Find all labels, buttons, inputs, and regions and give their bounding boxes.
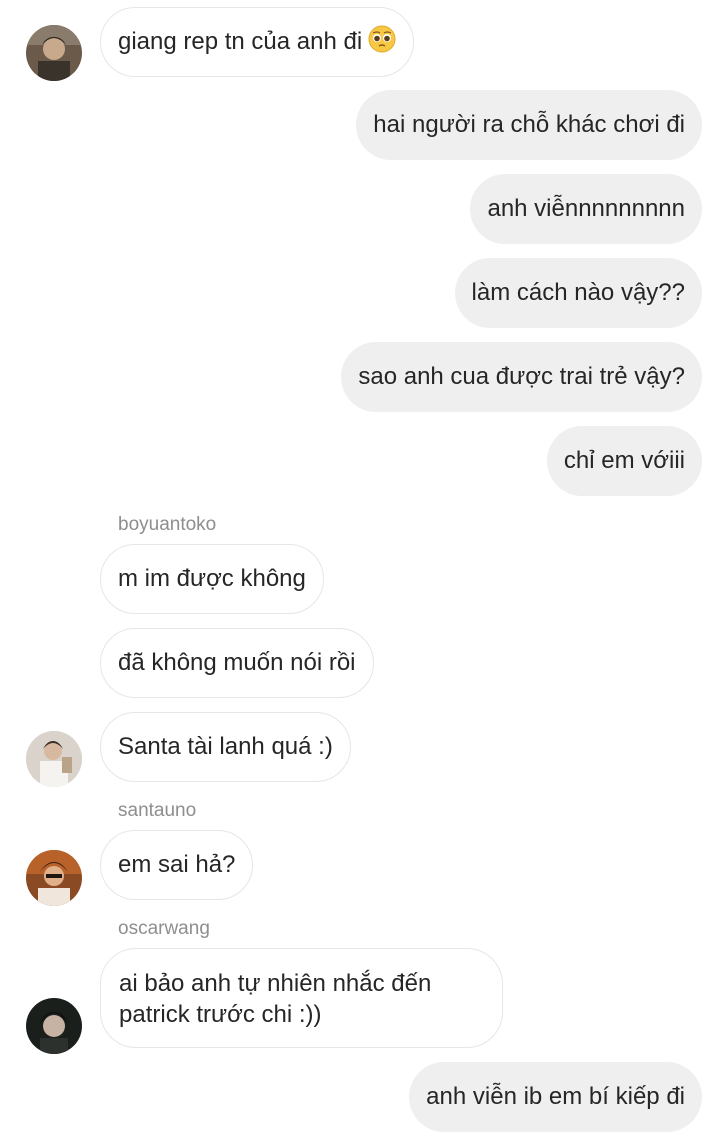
- avatar[interactable]: [26, 25, 82, 81]
- message-text: giang rep tn của anh đi: [118, 28, 363, 55]
- avatar[interactable]: [26, 850, 82, 906]
- message-bubble[interactable]: chỉ em vớiii: [546, 426, 702, 496]
- message-bubble[interactable]: m im được không: [100, 544, 324, 614]
- message-bubble[interactable]: Santa tài lanh quá :): [100, 712, 351, 782]
- message-text: hai người ra chỗ khác chơi đi: [373, 111, 685, 138]
- message-text: m im được không: [118, 565, 306, 592]
- message-bubble[interactable]: làm cách nào vậy??: [454, 258, 702, 328]
- message-bubble[interactable]: anh viễn ib em bí kiếp đi: [409, 1062, 702, 1132]
- message-text: em sai hả?: [118, 851, 236, 878]
- message-text-line: patrick trước chi :)): [119, 1001, 322, 1028]
- message-text: anh viễn ib em bí kiếp đi: [426, 1083, 685, 1110]
- sender-name: oscarwang: [118, 918, 210, 939]
- pleading-face-emoji: [368, 25, 396, 60]
- message-bubble[interactable]: hai người ra chỗ khác chơi đi: [356, 90, 702, 160]
- message-bubble[interactable]: em sai hả?: [100, 830, 254, 900]
- sender-name: boyuantoko: [118, 514, 217, 535]
- message-bubble[interactable]: ai bảo anh tự nhiên nhắc đến patrick trư…: [100, 948, 503, 1048]
- message-text: Santa tài lanh quá :): [118, 733, 333, 760]
- avatar[interactable]: [26, 731, 82, 787]
- message-bubble[interactable]: sao anh cua được trai trẻ vậy?: [341, 342, 702, 412]
- message-text: sao anh cua được trai trẻ vậy?: [358, 363, 685, 390]
- avatar[interactable]: [26, 998, 82, 1054]
- message-text: anh viễnnnnnnnnn: [487, 195, 685, 222]
- message-text: đã không muốn nói rồi: [118, 649, 356, 676]
- message-text-line: ai bảo anh tự nhiên nhắc đến: [119, 970, 432, 997]
- message-text: làm cách nào vậy??: [471, 279, 685, 306]
- sender-name: santauno: [118, 800, 197, 821]
- message-bubble[interactable]: giang rep tn của anh đi: [100, 7, 415, 77]
- message-bubble[interactable]: đã không muốn nói rồi: [100, 628, 374, 698]
- message-bubble[interactable]: anh viễnnnnnnnnn: [470, 174, 702, 244]
- message-text: chỉ em vớiii: [563, 447, 685, 474]
